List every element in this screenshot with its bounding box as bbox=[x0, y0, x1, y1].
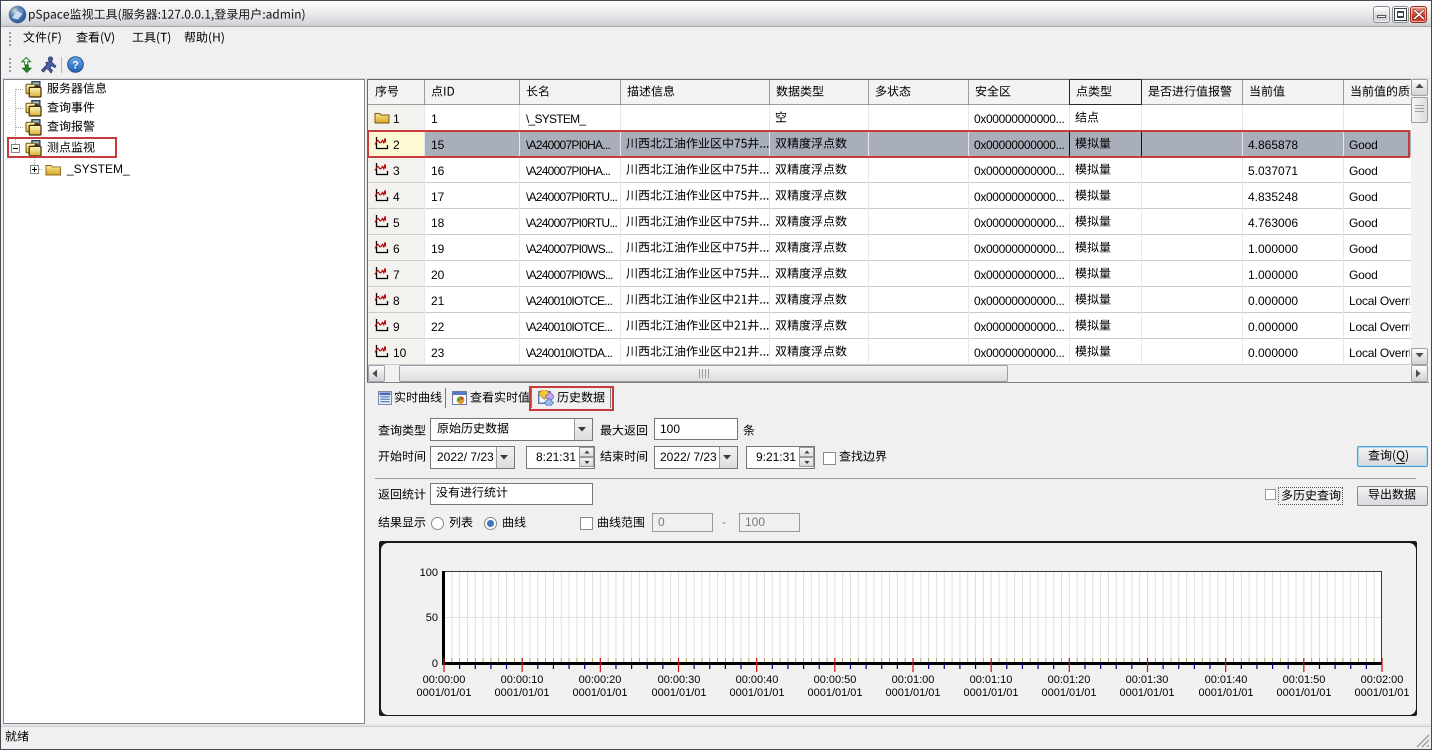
svg-text:?: ? bbox=[72, 60, 79, 72]
